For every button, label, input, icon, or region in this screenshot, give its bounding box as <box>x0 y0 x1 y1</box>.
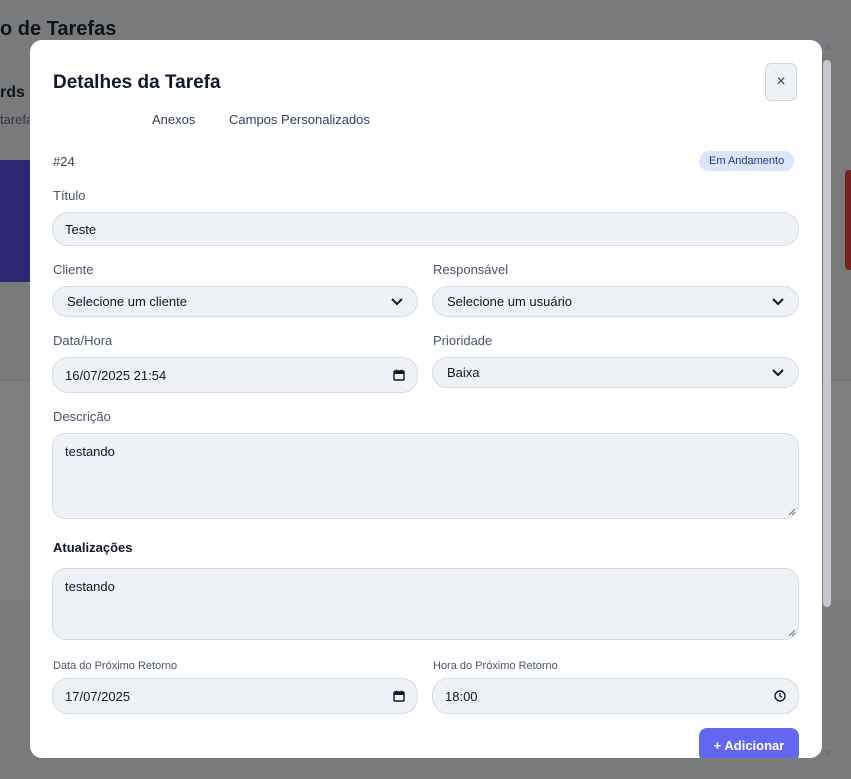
client-select[interactable]: Selecione um cliente <box>52 286 418 317</box>
next-return-time-input[interactable]: 18:00 <box>432 678 799 714</box>
title-input[interactable]: Teste <box>52 212 799 246</box>
close-icon: × <box>776 73 786 90</box>
priority-value: Baixa <box>447 365 480 380</box>
task-details-modal: Detalhes da Tarefa × Anexos Campos Perso… <box>30 40 822 758</box>
status-badge: Em Andamento <box>699 151 795 171</box>
close-button[interactable]: × <box>765 63 797 101</box>
priority-select[interactable]: Baixa <box>432 357 799 388</box>
add-update-button[interactable]: + Adicionar <box>699 728 799 758</box>
calendar-icon[interactable] <box>393 369 405 381</box>
assignee-select[interactable]: Selecione um usuário <box>432 286 799 317</box>
chevron-down-icon <box>772 297 784 305</box>
chevron-down-icon <box>772 368 784 376</box>
datetime-label: Data/Hora <box>53 333 113 348</box>
assignee-value: Selecione um usuário <box>447 294 573 309</box>
tab-attachments[interactable]: Anexos <box>152 112 195 127</box>
clock-icon[interactable] <box>774 690 786 702</box>
datetime-value: 16/07/2025 21:54 <box>65 367 167 383</box>
next-return-time-value: 18:00 <box>445 688 478 704</box>
modal-scrollbar[interactable] <box>822 40 834 758</box>
resize-grip-icon[interactable] <box>788 508 796 516</box>
next-return-date-value: 17/07/2025 <box>65 688 131 704</box>
client-value: Selecione um cliente <box>67 294 187 309</box>
scrollbar-thumb[interactable] <box>823 60 831 607</box>
description-label: Descrição <box>53 409 111 424</box>
client-label: Cliente <box>53 262 94 277</box>
resize-grip-icon[interactable] <box>788 629 796 637</box>
assignee-label: Responsável <box>433 262 509 277</box>
next-return-date-label: Data do Próximo Retorno <box>53 660 178 672</box>
description-value: testando <box>65 444 115 459</box>
description-textarea[interactable]: testando <box>52 433 799 519</box>
updates-textarea[interactable]: testando <box>52 568 799 640</box>
scroll-up-arrow-icon[interactable] <box>824 43 832 49</box>
updates-label: Atualizações <box>53 540 133 555</box>
calendar-icon[interactable] <box>393 690 405 702</box>
task-id: #24 <box>53 154 75 169</box>
title-value: Teste <box>65 221 97 237</box>
updates-value: testando <box>65 579 115 594</box>
tab-custom-fields[interactable]: Campos Personalizados <box>229 112 370 127</box>
title-label: Título <box>53 188 86 203</box>
chevron-down-icon <box>391 297 403 305</box>
priority-label: Prioridade <box>433 333 493 348</box>
next-return-time-label: Hora do Próximo Retorno <box>433 660 558 672</box>
scroll-down-arrow-icon[interactable] <box>824 750 832 756</box>
modal-title: Detalhes da Tarefa <box>53 72 221 93</box>
datetime-input[interactable]: 16/07/2025 21:54 <box>52 357 418 393</box>
next-return-date-input[interactable]: 17/07/2025 <box>52 678 418 714</box>
